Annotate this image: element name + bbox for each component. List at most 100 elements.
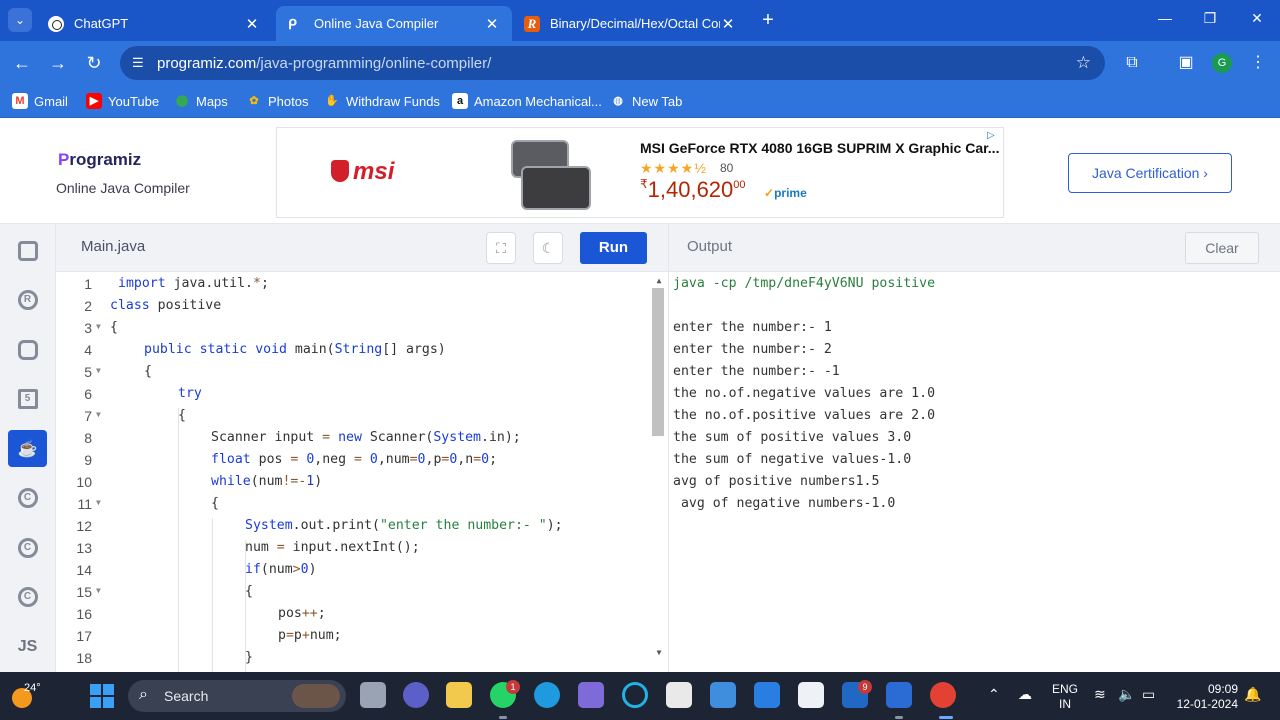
ad-banner[interactable]: msi MSI GeForce RTX 4080 16GB SUPRIM X G… bbox=[276, 127, 1004, 218]
window-close-icon[interactable]: ✕ bbox=[1242, 10, 1272, 27]
bookmark-amazon-mechanical[interactable]: a Amazon Mechanical... bbox=[452, 93, 602, 109]
side-panel-icon[interactable]: ▣ bbox=[1176, 53, 1196, 73]
scroll-up-icon[interactable]: ▲ bbox=[654, 276, 664, 285]
rating-stars: ★★★★½ bbox=[640, 160, 707, 176]
forward-arrow-icon[interactable]: → bbox=[46, 51, 70, 75]
fold-arrow-icon[interactable]: ▼ bbox=[96, 322, 101, 331]
database-icon[interactable] bbox=[8, 331, 47, 368]
html5-icon[interactable]: 5 bbox=[8, 380, 47, 417]
line-number: 1 bbox=[84, 276, 92, 292]
cortana-icon[interactable] bbox=[622, 682, 648, 708]
c-language-icon[interactable]: C bbox=[8, 479, 47, 516]
tab-chatgpt[interactable]: ChatGPT ✕ bbox=[36, 6, 272, 41]
tab-search-button[interactable]: ⌄ bbox=[8, 8, 32, 32]
code-line: class positive bbox=[110, 298, 222, 313]
java-certification-button[interactable]: Java Certification › bbox=[1068, 153, 1232, 193]
bookmark-label: YouTube bbox=[108, 93, 160, 109]
clock[interactable]: 09:09 12-01-2024 bbox=[1172, 682, 1238, 712]
code-line: while(num!=-1) bbox=[211, 474, 323, 489]
wifi-icon[interactable]: ≋ bbox=[1094, 686, 1106, 703]
task-view-icon[interactable] bbox=[360, 682, 386, 708]
ad-choices-icon[interactable]: ▷ bbox=[987, 130, 1001, 144]
file-explorer-icon[interactable] bbox=[446, 682, 472, 708]
cpp-icon[interactable]: C bbox=[8, 529, 47, 566]
code-line: System.out.print("enter the number:- "); bbox=[245, 518, 563, 533]
store-icon[interactable] bbox=[710, 682, 736, 708]
fold-arrow-icon[interactable]: ▼ bbox=[96, 366, 101, 375]
line-number: 17 bbox=[76, 628, 92, 644]
ad-product-title[interactable]: MSI GeForce RTX 4080 16GB SUPRIM X Graph… bbox=[640, 140, 999, 156]
bookmark-maps[interactable]: ⬤ Maps bbox=[174, 93, 228, 109]
scroll-down-icon[interactable]: ▼ bbox=[654, 648, 664, 657]
input-language[interactable]: ENG IN bbox=[1052, 682, 1078, 712]
line-number: 16 bbox=[76, 606, 92, 622]
bookmark-photos[interactable]: ✿ Photos bbox=[246, 93, 308, 109]
file-tab-main-java[interactable]: Main.java bbox=[56, 224, 168, 271]
code-line: if(num>0) bbox=[245, 562, 317, 577]
avatar[interactable]: G bbox=[1212, 53, 1232, 73]
editor-scroll-thumb[interactable] bbox=[652, 288, 664, 436]
fold-arrow-icon[interactable]: ▼ bbox=[96, 498, 101, 507]
javascript-icon[interactable]: JS bbox=[8, 628, 47, 665]
chrome-icon[interactable] bbox=[930, 682, 956, 708]
ad-price: ₹1,40,62000 bbox=[640, 177, 746, 202]
reload-icon[interactable]: ↻ bbox=[82, 51, 106, 75]
line-number: 5 bbox=[84, 364, 92, 380]
whiteboard-icon[interactable] bbox=[798, 682, 824, 708]
volume-muted-icon[interactable]: 🔈 bbox=[1118, 686, 1135, 703]
weather-widget[interactable]: 24° bbox=[10, 680, 50, 712]
run-button[interactable]: Run bbox=[580, 232, 647, 264]
extensions-icon[interactable]: ⧉ bbox=[1122, 53, 1142, 73]
prime-badge: ✓prime bbox=[764, 186, 807, 200]
close-icon[interactable]: ✕ bbox=[720, 15, 736, 33]
bookmark-gmail[interactable]: M Gmail bbox=[12, 93, 68, 109]
bookmark-star-icon[interactable]: ☆ bbox=[1076, 53, 1091, 73]
clear-button[interactable]: Clear bbox=[1185, 232, 1259, 264]
url-text[interactable]: programiz.com/java-programming/online-co… bbox=[157, 55, 491, 72]
restore-icon[interactable]: ❐ bbox=[1195, 10, 1225, 27]
notepad-icon[interactable] bbox=[666, 682, 692, 708]
close-icon[interactable]: ✕ bbox=[484, 15, 500, 33]
output-console[interactable]: java -cp /tmp/dneF4yV6NU positive enter … bbox=[668, 272, 1280, 672]
fullscreen-icon[interactable]: ⛶ bbox=[486, 232, 516, 264]
windows-start-icon[interactable] bbox=[90, 684, 114, 708]
output-header: Output Clear bbox=[668, 224, 1280, 272]
clipchamp-icon[interactable] bbox=[578, 682, 604, 708]
csharp-icon[interactable]: C bbox=[8, 578, 47, 615]
bookmarks-bar: M Gmail ▶ YouTube ⬤ Maps ✿ Photos ✋ With… bbox=[0, 84, 1280, 118]
bookmark-withdraw-funds[interactable]: ✋ Withdraw Funds bbox=[324, 93, 440, 109]
site-info-icon[interactable]: ☰ bbox=[132, 54, 150, 72]
r-language-icon[interactable]: R bbox=[8, 281, 47, 318]
bookmark-new-tab[interactable]: ◍ New Tab bbox=[610, 93, 682, 109]
teams-chat-icon[interactable] bbox=[403, 682, 429, 708]
minimize-icon[interactable]: — bbox=[1150, 10, 1180, 26]
notification-bell-icon[interactable]: 🔔 bbox=[1244, 686, 1261, 703]
new-tab-button[interactable]: + bbox=[758, 10, 778, 30]
output-line: avg of positive numbers1.5 bbox=[673, 474, 880, 489]
word-icon[interactable] bbox=[886, 682, 912, 708]
tab-online-java-compiler[interactable]: ᑭ Online Java Compiler ✕ bbox=[276, 6, 512, 41]
line-number: 3 bbox=[84, 320, 92, 336]
close-icon[interactable]: ✕ bbox=[244, 15, 260, 33]
fold-arrow-icon[interactable]: ▼ bbox=[96, 586, 101, 595]
dark-mode-moon-icon[interactable]: ☾ bbox=[533, 232, 563, 264]
tab-binary-converter[interactable]: R Binary/Decimal/Hex/Octal Conv ✕ bbox=[512, 6, 748, 41]
battery-icon[interactable]: ▭ bbox=[1142, 686, 1155, 703]
taskbar-search[interactable]: ⌕ Search bbox=[128, 680, 346, 712]
code-editor[interactable]: 1 2 3 4 5 6 7 8 9 10 11 12 13 14 15 16 1… bbox=[56, 272, 668, 672]
back-arrow-icon[interactable]: ← bbox=[10, 51, 34, 75]
code-line: try bbox=[178, 386, 202, 401]
programiz-logo[interactable]: Programiz bbox=[58, 150, 141, 170]
python-icon[interactable] bbox=[8, 232, 47, 269]
show-hidden-icons-chevron-icon[interactable]: ⌃ bbox=[988, 686, 1000, 703]
address-bar[interactable]: ☰ programiz.com/java-programming/online-… bbox=[120, 46, 1105, 80]
java-icon[interactable]: ☕ bbox=[8, 430, 47, 467]
edge-icon[interactable] bbox=[534, 682, 560, 708]
fold-arrow-icon[interactable]: ▼ bbox=[96, 410, 101, 419]
todo-check-icon[interactable] bbox=[754, 682, 780, 708]
bookmark-youtube[interactable]: ▶ YouTube bbox=[86, 93, 159, 109]
code-line: { bbox=[110, 320, 118, 335]
cloud-offline-icon[interactable]: ☁ bbox=[1018, 686, 1032, 703]
kebab-menu-icon[interactable]: ⋮ bbox=[1248, 53, 1268, 73]
temperature: 24° bbox=[24, 682, 41, 694]
